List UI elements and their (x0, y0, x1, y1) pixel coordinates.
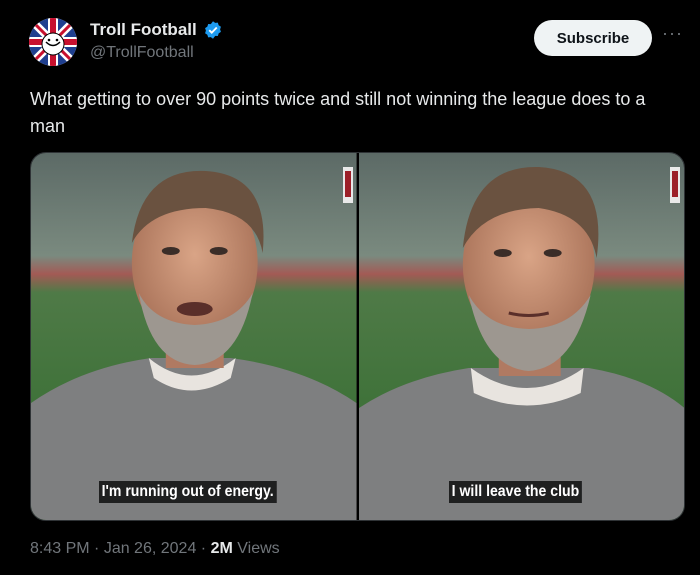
author-name-row[interactable]: Troll Football (90, 20, 223, 40)
more-options-icon[interactable]: ··· (662, 24, 684, 46)
liverpool-crest-icon (670, 167, 680, 203)
video-still-left (31, 153, 357, 520)
video-still-right (358, 153, 684, 520)
display-name[interactable]: Troll Football (90, 20, 197, 40)
verified-badge-icon (204, 21, 221, 39)
tweet-meta: 8:43 PM · Jan 26, 2024 · 2M Views (30, 540, 280, 558)
media-image-right[interactable]: I will leave the club (356, 153, 684, 520)
subtitle-caption: I will leave the club (448, 481, 582, 503)
media-image-left[interactable]: I'm running out of energy. (31, 153, 357, 520)
tweet-time[interactable]: 8:43 PM (30, 540, 90, 557)
tweet-date[interactable]: Jan 26, 2024 (104, 540, 197, 557)
meta-separator: · (89, 540, 104, 557)
subscribe-button[interactable]: Subscribe (534, 20, 652, 56)
author-handle[interactable]: @TrollFootball (90, 44, 194, 62)
tweet-media[interactable]: I'm running out of energy. I will leave … (30, 152, 685, 521)
liverpool-crest-icon (342, 167, 353, 203)
subtitle-caption: I'm running out of energy. (99, 481, 277, 503)
views-label: Views (237, 540, 280, 557)
meta-separator: · (196, 540, 211, 557)
views-count: 2M (210, 540, 233, 557)
tweet-text: What getting to over 90 points twice and… (30, 89, 646, 136)
avatar[interactable] (29, 18, 77, 66)
avatar-image (29, 18, 77, 66)
